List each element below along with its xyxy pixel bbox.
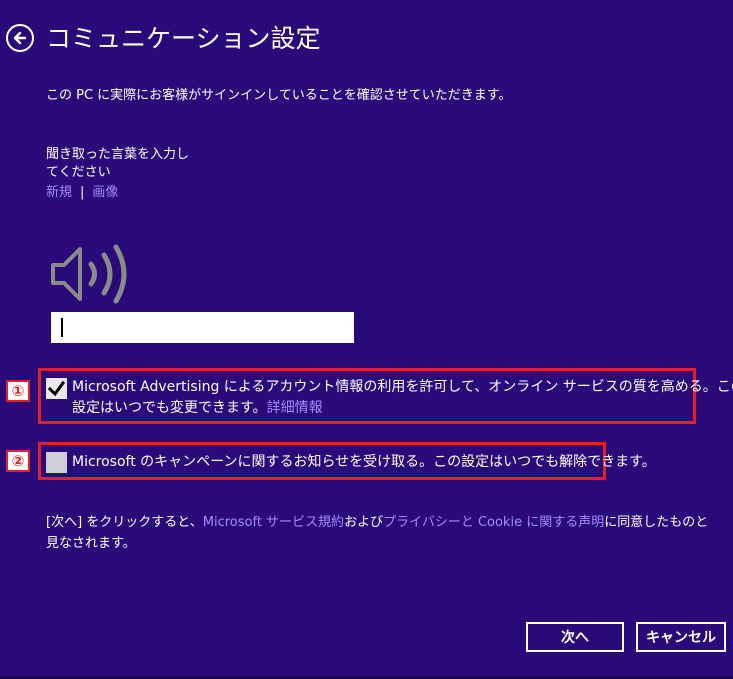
captcha-prompt-line2: てください (46, 165, 111, 180)
captcha-input[interactable] (51, 312, 354, 343)
terms-line2: 見なされます。 (46, 536, 136, 551)
back-arrow-icon (13, 31, 27, 45)
terms-part1: [次へ] をクリックすると、 (46, 515, 203, 530)
details-link[interactable]: 詳細情報 (267, 400, 323, 416)
page-title: コミュニケーション設定 (46, 24, 321, 53)
text-caret (61, 318, 63, 337)
advertising-option-text-line1: Microsoft Advertising によるアカウント情報の利用を許可して… (72, 379, 733, 395)
intro-text: この PC に実際にお客様がサインインしていることを確認させていただきます。 (46, 88, 512, 103)
option-2-badge: ② (6, 450, 30, 472)
advertising-option-text-line2: 設定はいつでも変更できます。詳細情報 (72, 398, 323, 418)
captcha-prompt-line1: 聞き取った言葉を入力し (46, 147, 190, 162)
service-agreement-link[interactable]: Microsoft サービス規約 (203, 515, 344, 530)
cancel-button[interactable]: キャンセル (636, 622, 726, 652)
advertising-option-text-tail: 設定はいつでも変更できます。 (72, 400, 267, 416)
image-captcha-link[interactable]: 画像 (92, 185, 118, 200)
link-separator: | (80, 185, 85, 200)
terms-line1: [次へ] をクリックすると、Microsoft サービス規約およびプライバシーと… (46, 513, 708, 532)
terms-part3: に同意したものと (604, 515, 709, 530)
advertising-checkbox[interactable] (46, 378, 67, 399)
captcha-links: 新規 | 画像 (46, 183, 118, 202)
speaker-icon (51, 244, 127, 304)
new-captcha-link[interactable]: 新規 (46, 185, 72, 200)
next-button[interactable]: 次へ (526, 622, 624, 652)
campaign-option-text: Microsoft のキャンペーンに関するお知らせを受け取る。この設定はいつでも… (72, 454, 656, 470)
speaker-button[interactable] (50, 243, 130, 309)
privacy-statement-link[interactable]: プライバシーと Cookie に関する声明 (383, 515, 604, 530)
option-1-badge: ① (6, 380, 30, 402)
campaign-checkbox[interactable] (46, 452, 67, 473)
terms-part2: および (344, 515, 384, 530)
checkmark-icon (48, 380, 65, 397)
back-button[interactable] (6, 24, 34, 52)
